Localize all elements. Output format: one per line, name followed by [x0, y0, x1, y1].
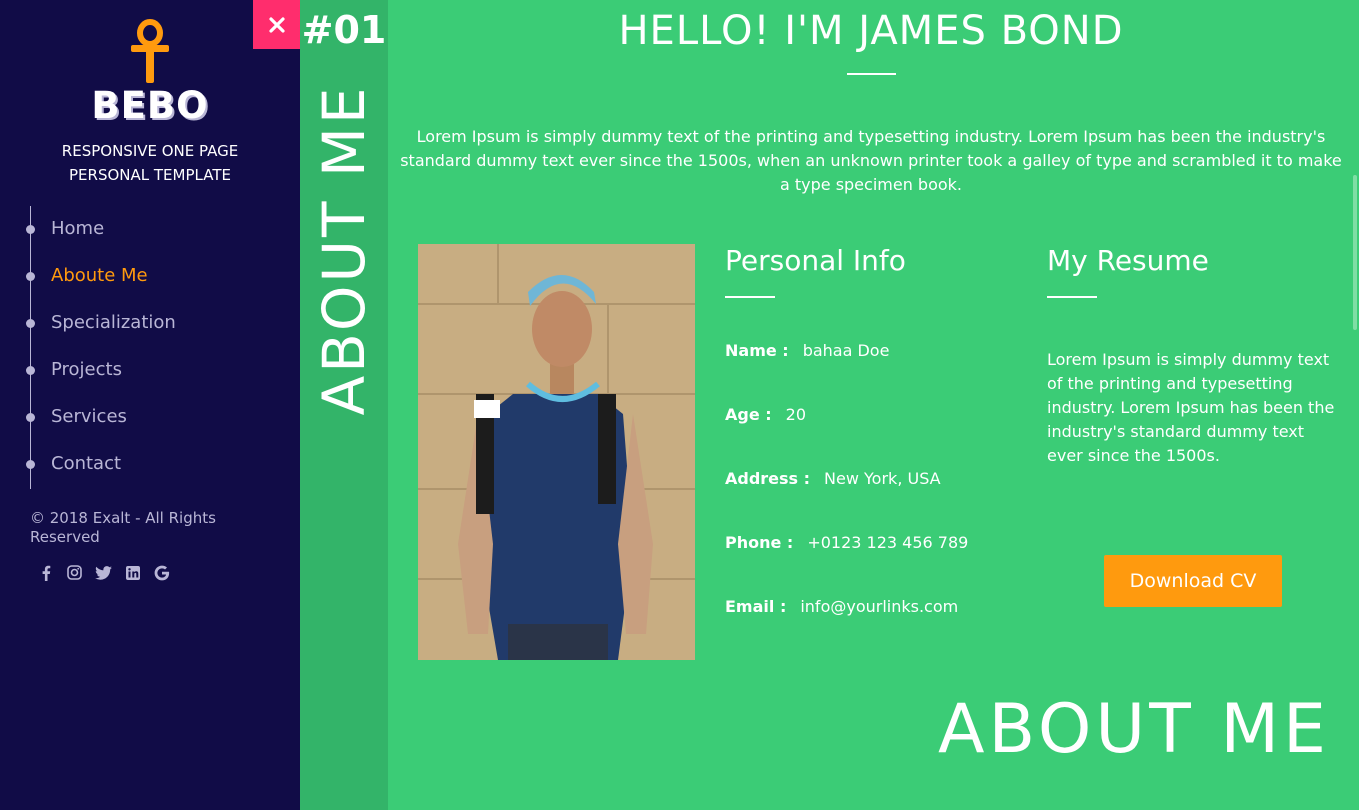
brand-name: BEBO [91, 84, 209, 127]
brand-tagline: RESPONSIVE ONE PAGE PERSONAL TEMPLATE [0, 139, 300, 187]
info-key: Name : [725, 341, 789, 360]
nav-bullet [26, 319, 35, 328]
tagline-line-2: PERSONAL TEMPLATE [69, 166, 231, 184]
ankh-logo-icon [131, 19, 169, 83]
profile-photo [418, 244, 695, 660]
nav-item-label: Home [51, 218, 105, 239]
info-row-name: Name : bahaa Doe [725, 341, 889, 360]
download-cv-button[interactable]: Download CV [1104, 555, 1282, 607]
nav-bullet [26, 413, 35, 422]
social-links [36, 563, 171, 582]
nav-item-label: Services [51, 406, 127, 427]
page-title: HELLO! I'M JAMES BOND [618, 8, 1124, 54]
resume-underline [1047, 296, 1097, 298]
tagline-line-1: RESPONSIVE ONE PAGE [61, 142, 239, 160]
info-row-phone: Phone : +0123 123 456 789 [725, 533, 968, 552]
nav-item-label: Aboute Me [51, 265, 148, 286]
sidebar-nav: Home Aboute Me Specialization Projects S… [26, 206, 280, 489]
nav-item-label: Contact [51, 453, 122, 474]
linkedin-icon[interactable] [123, 563, 142, 582]
info-value: New York, USA [824, 469, 941, 488]
title-underline [847, 73, 896, 75]
nav-item-home[interactable]: Home [26, 215, 271, 245]
info-key: Email : [725, 597, 787, 616]
facebook-icon[interactable] [36, 563, 55, 582]
info-key: Phone : [725, 533, 794, 552]
intro-text: Lorem Ipsum is simply dummy text of the … [400, 127, 1342, 194]
scrollbar-thumb[interactable] [1353, 175, 1357, 330]
instagram-icon[interactable] [65, 563, 84, 582]
info-value: +0123 123 456 789 [807, 533, 969, 552]
section-big-title: ABOUT ME [937, 690, 1330, 769]
section-number: #01 [301, 8, 387, 52]
info-row-age: Age : 20 [725, 405, 806, 424]
info-value: info@yourlinks.com [800, 597, 959, 616]
nav-bullet [26, 460, 35, 469]
nav-bullet [26, 272, 35, 281]
nav-bullet [26, 366, 35, 375]
google-icon[interactable] [152, 563, 171, 582]
personal-info-heading: Personal Info [725, 244, 906, 277]
resume-text: Lorem Ipsum is simply dummy text of the … [1047, 350, 1335, 465]
info-value: bahaa Doe [802, 341, 890, 360]
copyright-text: © 2018 Exalt - All Rights Reserved [30, 509, 216, 546]
info-row-email: Email : info@yourlinks.com [725, 597, 958, 616]
sidebar: BEBO RESPONSIVE ONE PAGE PERSONAL TEMPLA… [0, 0, 300, 810]
info-row-address: Address : New York, USA [725, 469, 941, 488]
info-key: Address : [725, 469, 811, 488]
nav-item-label: Projects [51, 359, 122, 380]
vertical-section-title: ABOUT ME [310, 84, 378, 416]
nav-item-projects[interactable]: Projects [26, 356, 271, 386]
close-icon [268, 16, 285, 33]
nav-item-services[interactable]: Services [26, 403, 271, 433]
personal-info-underline [725, 296, 775, 298]
close-sidebar-button[interactable] [253, 0, 300, 49]
twitter-icon[interactable] [94, 563, 113, 582]
nav-item-specialization[interactable]: Specialization [26, 309, 271, 339]
nav-item-contact[interactable]: Contact [26, 450, 271, 480]
info-key: Age : [725, 405, 772, 424]
nav-bullet [26, 225, 35, 234]
info-value: 20 [785, 405, 807, 424]
nav-item-about[interactable]: Aboute Me [26, 262, 271, 292]
resume-heading: My Resume [1047, 244, 1209, 277]
nav-item-label: Specialization [51, 312, 176, 333]
